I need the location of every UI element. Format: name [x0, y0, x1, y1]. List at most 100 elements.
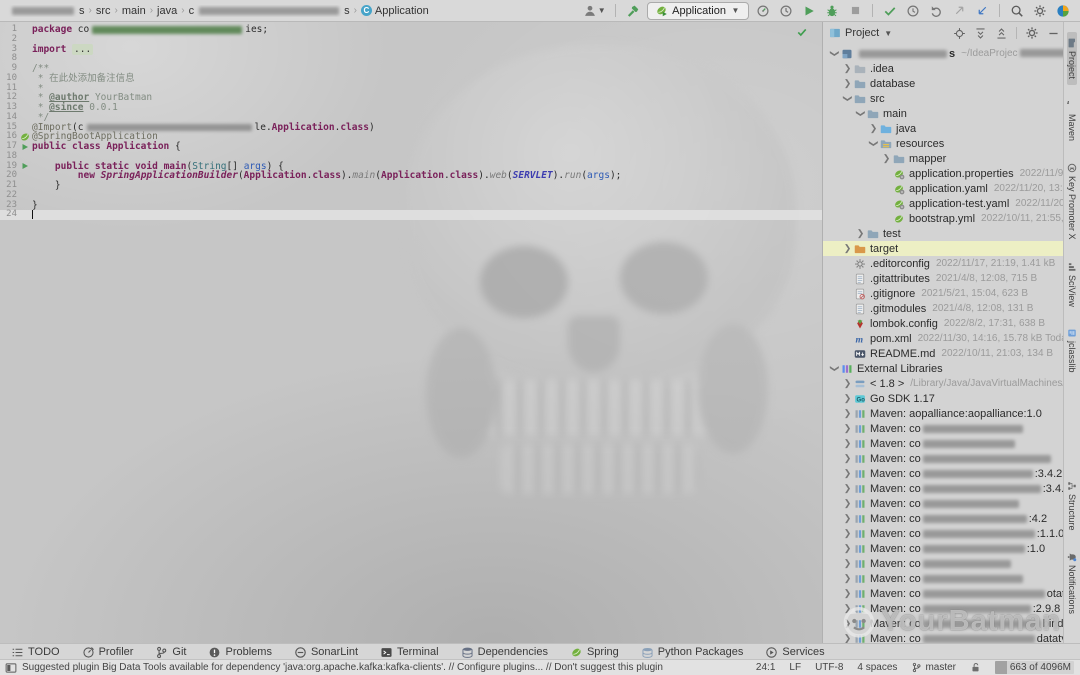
tree-row-main[interactable]: ❯main [823, 106, 1065, 121]
tree-row-bootstrap-yml[interactable]: bootstrap.yml2022/10/11, 21:55, 30 B [823, 211, 1065, 226]
tree-row-s[interactable]: ❯s~/IdeaProjec [823, 46, 1065, 61]
chevron-right-icon[interactable]: ❯ [842, 513, 853, 524]
tree-row-maven-co[interactable]: ❯Maven: co [823, 436, 1065, 451]
chevron-right-icon[interactable]: ❯ [842, 453, 853, 464]
memory-indicator[interactable]: 663 of 4096M [995, 661, 1074, 674]
chevron-right-icon[interactable]: ❯ [842, 63, 853, 74]
chevron-down-icon[interactable]: ❯ [855, 108, 866, 119]
code-line[interactable]: 3import ... [0, 45, 822, 55]
code-line[interactable]: 21 } [0, 181, 822, 191]
build-project-button[interactable] [624, 2, 642, 19]
tool-tab-sciview[interactable]: SciView [1067, 256, 1077, 313]
tree-row-go-sdk-1-17[interactable]: ❯GoGo SDK 1.17 [823, 391, 1065, 406]
run-with-coverage-button[interactable] [777, 2, 795, 19]
breadcrumb-segment[interactable]: s [8, 5, 87, 17]
tree-row-maven-co[interactable]: ❯Maven: co [823, 421, 1065, 436]
code-line[interactable]: 23} [0, 201, 822, 211]
toolwindow-button-dependencies[interactable]: Dependencies [450, 644, 559, 660]
chevron-down-icon[interactable]: ❯ [829, 48, 840, 59]
code-line[interactable]: 12 * @author YourBatman [0, 93, 822, 103]
chevron-down-icon[interactable]: ❯ [868, 138, 879, 149]
code-line[interactable]: 2 [0, 35, 822, 45]
toolwindow-button-sonarlint[interactable]: SonarLint [283, 644, 369, 660]
tree-row-maven-co[interactable]: ❯Maven: co [823, 556, 1065, 571]
tree-row-mapper[interactable]: ❯mapper [823, 151, 1065, 166]
tree-row-1-8[interactable]: ❯< 1.8 >/Library/Java/JavaVirtualMachine… [823, 376, 1065, 391]
push-button[interactable] [950, 2, 968, 19]
tool-tab-maven[interactable]: mMaven [1067, 95, 1077, 147]
breadcrumb-segment-class[interactable]: CApplication [359, 5, 431, 17]
tree-row-gitattributes[interactable]: .gitattributes2021/4/8, 12:08, 715 B [823, 271, 1065, 286]
select-opened-file-button[interactable] [951, 25, 967, 41]
tree-row-maven-cootation[interactable]: ❯Maven: cootation [823, 586, 1065, 601]
stop-button[interactable] [846, 2, 864, 19]
expand-all-button[interactable] [972, 25, 988, 41]
tree-row-maven-co[interactable]: ❯Maven: co [823, 496, 1065, 511]
tree-row-src[interactable]: ❯src [823, 91, 1065, 106]
indent-size[interactable]: 4 spaces [857, 662, 897, 673]
debug-button[interactable] [823, 2, 841, 19]
tree-row-maven-co-4-2[interactable]: ❯Maven: co:4.2 [823, 511, 1065, 526]
toolwindow-button-problems[interactable]: Problems [197, 644, 282, 660]
tree-row-application-yaml[interactable]: application.yaml2022/11/20, 13:38, 855 B [823, 181, 1065, 196]
code-line[interactable]: 17public class Application { [0, 142, 822, 152]
chevron-right-icon[interactable]: ❯ [842, 393, 853, 404]
code-lines[interactable]: 1package coies;23import ...89/**10 * 在此处… [0, 22, 822, 220]
caret-position[interactable]: 24:1 [756, 662, 775, 673]
tool-tab-notifications[interactable]: Notifications [1067, 546, 1077, 620]
tool-tab-structure[interactable]: Structure [1067, 475, 1077, 537]
status-message[interactable]: Suggested plugin Big Data Tools availabl… [22, 662, 663, 673]
chevron-right-icon[interactable]: ❯ [842, 528, 853, 539]
panel-settings-button[interactable] [1024, 25, 1040, 41]
run-button[interactable] [800, 2, 818, 19]
code-line[interactable]: 1package coies; [0, 25, 822, 35]
settings-button[interactable] [1031, 2, 1049, 19]
breadcrumb-segment[interactable]: java [155, 5, 179, 17]
chevron-right-icon[interactable]: ❯ [881, 153, 892, 164]
project-tree[interactable]: ❯s~/IdeaProjec❯.idea❯database❯src❯main❯j… [823, 46, 1065, 644]
tree-row-resources[interactable]: ❯resources [823, 136, 1065, 151]
collapse-all-button[interactable] [993, 25, 1009, 41]
chevron-right-icon[interactable]: ❯ [842, 588, 853, 599]
tree-row-maven-cobind-2[interactable]: ❯Maven: cobind:2 [823, 616, 1065, 631]
toolwindow-button-terminal[interactable]: Terminal [369, 644, 450, 660]
tree-row-pom-xml[interactable]: mpom.xml2022/11/30, 14:16, 15.78 kB Toda… [823, 331, 1065, 346]
tree-row-maven-co-2-9-8[interactable]: ❯Maven: co:2.9.8 [823, 601, 1065, 616]
chevron-right-icon[interactable]: ❯ [842, 438, 853, 449]
chevron-down-icon[interactable]: ❯ [829, 363, 840, 374]
tree-row-test[interactable]: ❯test [823, 226, 1065, 241]
search-everywhere-button[interactable] [1008, 2, 1026, 19]
spring-boot-gutter-icon[interactable] [17, 131, 32, 143]
code-line[interactable]: 8 [0, 54, 822, 64]
toolwindow-button-services[interactable]: Services [754, 644, 835, 660]
tree-row-maven-co[interactable]: ❯Maven: co [823, 451, 1065, 466]
chevron-right-icon[interactable]: ❯ [842, 243, 853, 254]
run-configuration-select[interactable]: Application▼ [647, 2, 749, 20]
tree-row-maven-co-1-0[interactable]: ❯Maven: co:1.0 [823, 541, 1065, 556]
chevron-right-icon[interactable]: ❯ [842, 603, 853, 614]
toolwindow-button-git[interactable]: Git [144, 644, 197, 660]
chevron-right-icon[interactable]: ❯ [842, 423, 853, 434]
tree-row-gitmodules[interactable]: .gitmodules2021/4/8, 12:08, 131 B [823, 301, 1065, 316]
history-button[interactable] [904, 2, 922, 19]
run-gutter-icon[interactable] [17, 162, 32, 170]
code-editor[interactable]: 1package coies;23import ...89/**10 * 在此处… [0, 22, 822, 644]
chevron-right-icon[interactable]: ❯ [842, 408, 853, 419]
breadcrumb-segment[interactable]: main [120, 5, 148, 17]
run-with-profiler-button[interactable] [754, 2, 772, 19]
run-gutter-icon[interactable] [17, 143, 32, 151]
tool-windows-icon[interactable] [0, 662, 22, 674]
chevron-right-icon[interactable]: ❯ [855, 228, 866, 239]
tree-row-idea[interactable]: ❯.idea [823, 61, 1065, 76]
tree-row-maven-co[interactable]: ❯Maven: co [823, 571, 1065, 586]
code-line[interactable]: 22 [0, 191, 822, 201]
hide-panel-button[interactable] [1045, 25, 1061, 41]
file-encoding[interactable]: UTF-8 [815, 662, 843, 673]
code-line[interactable]: 13 * @since 0.0.1 [0, 103, 822, 113]
code-line[interactable]: 14 */ [0, 113, 822, 123]
tree-row-java[interactable]: ❯java [823, 121, 1065, 136]
code-line[interactable]: 20 new SpringApplicationBuilder(Applicat… [0, 171, 822, 181]
tool-tab-jclasslib[interactable]: jclasslib [1067, 322, 1077, 379]
tree-row-lombok-config[interactable]: lombok.config2022/8/2, 17:31, 638 B [823, 316, 1065, 331]
chevron-right-icon[interactable]: ❯ [842, 618, 853, 629]
